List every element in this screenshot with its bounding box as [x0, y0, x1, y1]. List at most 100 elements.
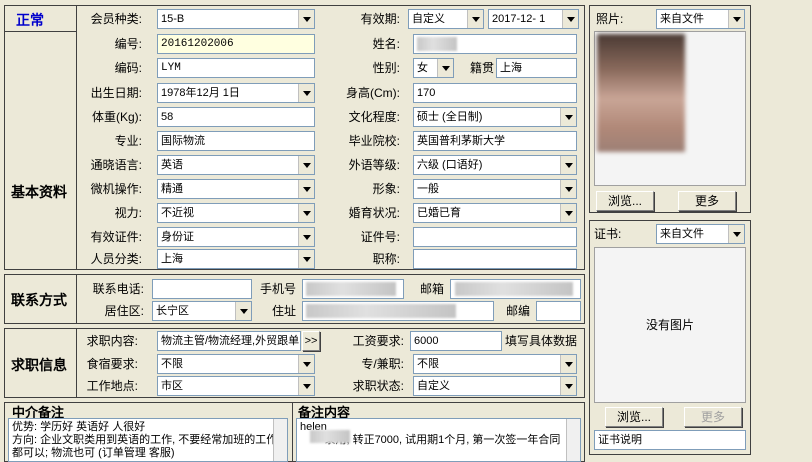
birth-date-picker[interactable]: 1978年12月 1日: [157, 83, 315, 103]
parttime-label: 专/兼职:: [361, 357, 404, 371]
validity-date-picker[interactable]: 2017-12- 1: [488, 9, 579, 29]
photo-source-value: 来自文件: [660, 13, 704, 25]
email-redacted: [455, 282, 573, 296]
chevron-down-icon[interactable]: [298, 228, 314, 246]
chevron-down-icon[interactable]: [560, 204, 576, 222]
language-select[interactable]: 英语: [157, 155, 315, 175]
basic-section-title: 基本资料: [11, 184, 67, 200]
chevron-down-icon[interactable]: [298, 10, 314, 28]
chevron-down-icon[interactable]: [235, 302, 251, 320]
chevron-down-icon[interactable]: [467, 10, 483, 28]
chevron-down-icon[interactable]: [728, 10, 744, 28]
member-type-label: 会员种类:: [90, 12, 142, 26]
chevron-down-icon[interactable]: [298, 180, 314, 198]
district-value: 长宁区: [156, 305, 189, 317]
id-number-label: 证件号:: [360, 230, 400, 244]
id-type-label: 有效证件:: [90, 230, 142, 244]
chevron-down-icon[interactable]: [437, 59, 453, 77]
vision-select[interactable]: 不近视: [157, 203, 315, 223]
notes-divider: [292, 402, 293, 462]
chevron-down-icon[interactable]: [298, 204, 314, 222]
certificate-source-select[interactable]: 来自文件: [656, 224, 745, 244]
agency-notes-textarea[interactable]: 优势: 学历好 英语好 人很好 方向: 企业文职类用到英语的工作, 不要经常加班…: [8, 418, 288, 462]
chevron-down-icon[interactable]: [562, 10, 578, 28]
computer-label: 微机操作:: [90, 182, 142, 196]
salary-field[interactable]: 6000: [410, 331, 502, 351]
district-select[interactable]: 长宁区: [152, 301, 252, 321]
education-label: 文化程度:: [348, 110, 400, 124]
major-field[interactable]: 国际物流: [157, 131, 315, 151]
validity-date-value: 2017-12- 1: [492, 13, 546, 25]
gender-label: 性别:: [372, 61, 400, 75]
id-type-select[interactable]: 身份证: [157, 227, 315, 247]
workplace-label: 工作地点:: [86, 379, 138, 393]
salary-label: 工资要求:: [352, 334, 404, 348]
image-select[interactable]: 一般: [413, 179, 577, 199]
agency-notes-scrollbar[interactable]: [273, 419, 287, 461]
education-select[interactable]: 硕士 (全日制): [413, 107, 577, 127]
parttime-select[interactable]: 不限: [413, 354, 577, 374]
address-label: 住址: [271, 304, 296, 318]
chevron-down-icon[interactable]: [298, 250, 314, 268]
job-divider: [76, 328, 77, 398]
marital-select[interactable]: 已婚已育: [413, 203, 577, 223]
vision-label: 视力:: [114, 206, 142, 220]
validity-mode-select[interactable]: 自定义: [408, 9, 484, 29]
id-number-field[interactable]: [413, 227, 577, 247]
parttime-value: 不限: [417, 358, 439, 370]
language-value: 英语: [161, 159, 183, 171]
validity-label: 有效期:: [360, 12, 400, 26]
postcode-field[interactable]: [536, 301, 581, 321]
computer-value: 精通: [161, 183, 183, 195]
photo-browse-button[interactable]: 浏览...: [596, 191, 654, 211]
certificate-description-field[interactable]: 证书说明: [594, 430, 746, 450]
school-field[interactable]: 英国普利茅斯大学: [413, 131, 577, 151]
photo-more-button[interactable]: 更多: [678, 191, 736, 211]
member-type-select[interactable]: 15-B: [157, 9, 315, 29]
certificate-browse-button[interactable]: 浏览...: [605, 407, 663, 427]
job-content-field[interactable]: 物流主管/物流经理,外贸跟单: [157, 331, 301, 351]
id-type-value: 身份证: [161, 231, 194, 243]
computer-select[interactable]: 精通: [157, 179, 315, 199]
chevron-down-icon[interactable]: [728, 225, 744, 243]
photo-label: 照片:: [596, 12, 624, 26]
contact-divider: [76, 274, 77, 324]
photo-source-select[interactable]: 来自文件: [656, 9, 745, 29]
lang-level-value: 六级 (口语好): [417, 159, 483, 171]
education-value: 硕士 (全日制): [417, 111, 483, 123]
vision-value: 不近视: [161, 207, 194, 219]
weight-field[interactable]: 58: [157, 107, 315, 127]
job-status-select[interactable]: 自定义: [413, 376, 577, 396]
number-field[interactable]: 20161202006: [157, 34, 315, 54]
gender-select[interactable]: 女: [413, 58, 454, 78]
lang-level-select[interactable]: 六级 (口语好): [413, 155, 577, 175]
code-field[interactable]: LYM: [157, 58, 315, 78]
chevron-down-icon[interactable]: [560, 108, 576, 126]
food-label: 食宿要求:: [86, 357, 138, 371]
chevron-down-icon[interactable]: [298, 377, 314, 395]
certificate-empty-text: 没有图片: [645, 318, 694, 332]
chevron-down-icon[interactable]: [560, 377, 576, 395]
category-select[interactable]: 上海: [157, 249, 315, 269]
phone-field[interactable]: [152, 279, 252, 299]
lang-level-label: 外语等级:: [348, 158, 400, 172]
workplace-select[interactable]: 市区: [157, 376, 315, 396]
job-content-more-button[interactable]: >>: [302, 331, 320, 351]
notes-scrollbar[interactable]: [566, 419, 580, 461]
email-label: 邮箱: [419, 282, 444, 296]
height-field[interactable]: 170: [413, 83, 577, 103]
chevron-down-icon[interactable]: [560, 180, 576, 198]
major-label: 专业:: [114, 134, 142, 148]
chevron-down-icon[interactable]: [298, 84, 314, 102]
hometown-field[interactable]: 上海: [496, 58, 577, 78]
school-label: 毕业院校:: [348, 134, 400, 148]
marital-label: 婚育状况:: [348, 206, 400, 220]
title-field[interactable]: [413, 249, 577, 269]
chevron-down-icon[interactable]: [560, 355, 576, 373]
chevron-down-icon[interactable]: [298, 156, 314, 174]
food-select[interactable]: 不限: [157, 354, 315, 374]
status-divider: [4, 31, 77, 32]
hometown-label: 籍贯: [469, 61, 494, 75]
chevron-down-icon[interactable]: [298, 355, 314, 373]
chevron-down-icon[interactable]: [560, 156, 576, 174]
